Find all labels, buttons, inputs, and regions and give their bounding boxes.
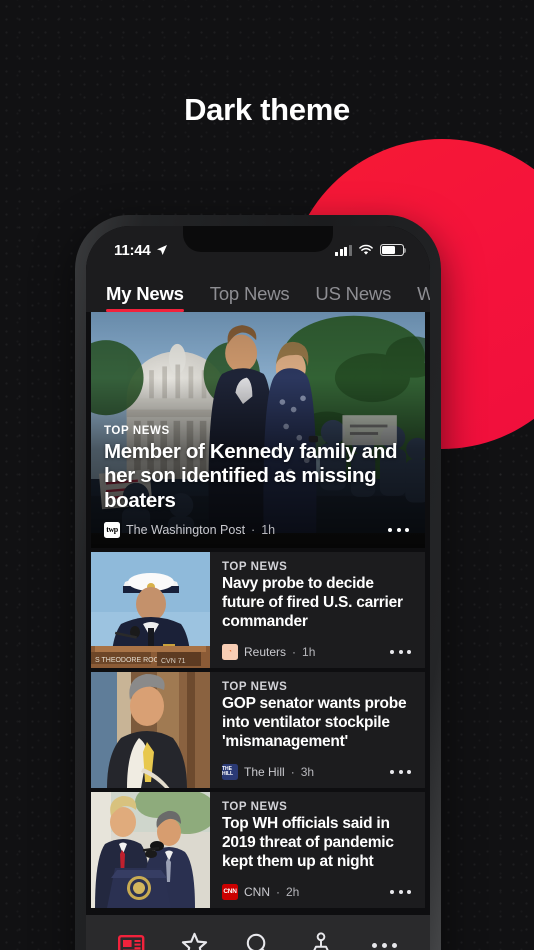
hero-overflow-menu-icon[interactable]	[388, 528, 412, 532]
article-kicker: TOP NEWS	[222, 801, 288, 813]
article-overflow-menu-icon[interactable]	[390, 650, 414, 654]
phone-notch	[183, 226, 333, 252]
location-arrow-icon	[156, 245, 167, 255]
svg-text:CVN 71: CVN 71	[161, 658, 186, 665]
article-timestamp: 1h	[302, 645, 316, 659]
nav-favorites-button[interactable]	[169, 923, 221, 950]
category-tabs[interactable]: My News Top News US News Wo	[86, 270, 430, 312]
article-meta: ◔ Reuters · 1h	[222, 642, 414, 662]
hero-meta-separator: ·	[251, 523, 256, 537]
promo-heading: Dark theme	[184, 92, 350, 127]
hero-kicker: TOP NEWS	[104, 424, 170, 437]
article-thumbnail	[91, 672, 210, 788]
status-time-group: 11:44	[114, 238, 168, 259]
article-content: TOP NEWS Top WH officials said in 2019 t…	[210, 792, 425, 908]
hero-headline[interactable]: Member of Kennedy family and her son ide…	[104, 440, 412, 513]
article-card[interactable]: TOP NEWS Top WH officials said in 2019 t…	[91, 792, 425, 908]
article-headline[interactable]: Navy probe to decide future of fired U.S…	[222, 575, 414, 632]
hero-source-name[interactable]: The Washington Post	[126, 523, 245, 537]
article-content: TOP NEWS Navy probe to decide future of …	[210, 552, 425, 668]
gop-senator-photo	[91, 672, 210, 788]
article-thumbnail: S THEODORE ROOSEVELT CVN 71	[91, 552, 210, 668]
nav-more-button[interactable]	[358, 923, 410, 950]
article-meta-separator: ·	[292, 645, 297, 659]
nav-briefing-button[interactable]	[295, 923, 347, 950]
the-hill-logo-icon: THE HILL	[222, 764, 238, 780]
more-icon	[371, 942, 397, 948]
hero-timestamp: 1h	[261, 523, 276, 537]
nav-search-button[interactable]	[232, 923, 284, 950]
article-meta-separator: ·	[276, 885, 280, 899]
article-source-name[interactable]: CNN	[244, 885, 270, 899]
article-headline[interactable]: Top WH officials said in 2019 threat of …	[222, 815, 414, 872]
status-indicators	[335, 240, 407, 256]
news-feed[interactable]: TOP NEWS Member of Kennedy family and he…	[86, 312, 430, 950]
reuters-logo-icon: ◔	[222, 644, 238, 660]
battery-icon	[380, 244, 407, 256]
cnn-logo-icon: CNN	[222, 884, 238, 900]
tab-us-news[interactable]: US News	[315, 283, 391, 312]
tab-top-news[interactable]: Top News	[210, 283, 290, 312]
article-source-name[interactable]: Reuters	[244, 645, 286, 659]
washington-post-logo-icon: twp	[104, 522, 120, 538]
wifi-icon	[359, 244, 373, 255]
status-time: 11:44	[114, 241, 151, 259]
search-icon	[246, 933, 266, 950]
navy-officer-photo: S THEODORE ROOSEVELT CVN 71	[91, 552, 210, 668]
article-meta-separator: ·	[290, 765, 295, 779]
star-icon	[182, 932, 208, 950]
article-meta: CNN CNN · 2h	[222, 882, 414, 902]
phone-screen-frame: 11:44 My News Top News US News W TOP NEW…	[86, 226, 430, 950]
article-timestamp: 3h	[300, 765, 315, 779]
article-card[interactable]: TOP NEWS GOP senator wants probe into ve…	[91, 672, 425, 788]
article-overflow-menu-icon[interactable]	[390, 890, 414, 894]
article-meta: THE HILL The Hill · 3h	[222, 762, 414, 782]
phone-mockup: 11:44 My News Top News US News W TOP NEW…	[75, 215, 441, 950]
tab-world-news[interactable]: Wo	[417, 283, 430, 312]
article-kicker: TOP NEWS	[222, 561, 288, 573]
article-timestamp: 2h	[286, 885, 300, 899]
white-house-briefing-photo	[91, 792, 210, 908]
cellular-signal-icon	[335, 244, 352, 256]
app-screen: 11:44 My News Top News US News W TOP NEW…	[86, 226, 430, 950]
hero-article-content: TOP NEWS Member of Kennedy family and he…	[91, 425, 425, 548]
article-content: TOP NEWS GOP senator wants probe into ve…	[210, 672, 425, 788]
article-overflow-menu-icon[interactable]	[390, 770, 414, 774]
article-card[interactable]: S THEODORE ROOSEVELT CVN 71 TOP NEWS Nav…	[91, 552, 425, 668]
article-kicker: TOP NEWS	[222, 681, 288, 693]
hero-article-card[interactable]: TOP NEWS Member of Kennedy family and he…	[91, 312, 425, 548]
bottom-navigation-bar[interactable]	[86, 915, 430, 950]
hero-meta: twp The Washington Post · 1h	[104, 520, 412, 540]
briefing-icon	[313, 932, 329, 950]
tab-my-news[interactable]: My News	[106, 283, 184, 312]
newspaper-icon	[118, 934, 145, 950]
nav-news-button[interactable]	[106, 923, 158, 950]
article-source-name[interactable]: The Hill	[244, 765, 285, 779]
article-headline[interactable]: GOP senator wants probe into ventilator …	[222, 695, 414, 752]
status-bar: 11:44	[86, 226, 430, 270]
article-thumbnail	[91, 792, 210, 908]
